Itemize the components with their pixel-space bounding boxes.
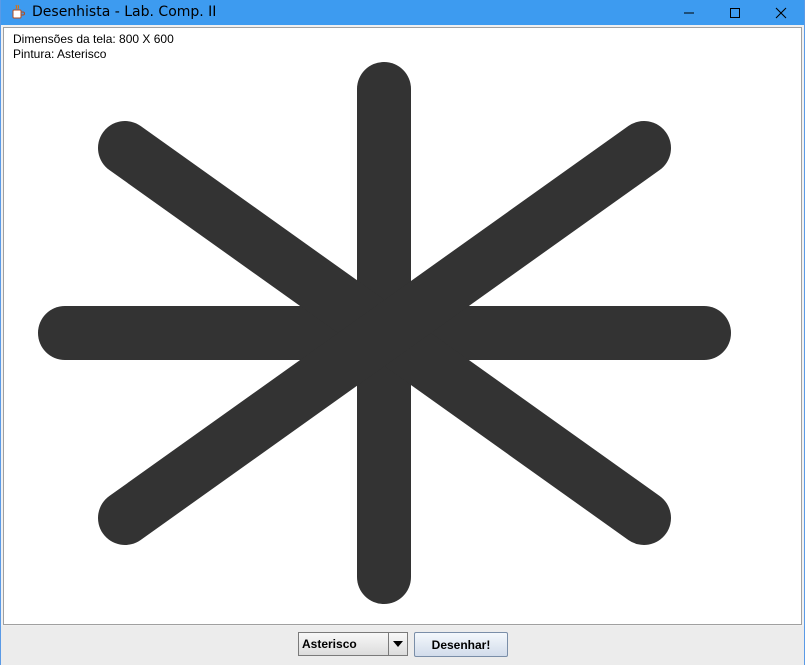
shape-select-value: Asterisco [302, 637, 357, 651]
maximize-button[interactable] [712, 0, 758, 25]
control-bar: Asterisco Desenhar! [1, 626, 804, 665]
app-window: Desenhista - Lab. Comp. II Dimensões da … [0, 0, 805, 665]
java-coffee-icon [12, 4, 25, 19]
asterisk-drawing [38, 62, 731, 604]
shape-select[interactable]: Asterisco [298, 632, 408, 656]
dropdown-arrow[interactable] [388, 633, 407, 655]
minimize-button[interactable] [666, 0, 712, 25]
title-bar[interactable]: Desenhista - Lab. Comp. II [1, 0, 804, 25]
draw-button[interactable]: Desenhar! [414, 632, 508, 657]
chevron-down-icon [393, 641, 403, 647]
close-icon [775, 7, 787, 18]
window-title: Desenhista - Lab. Comp. II [32, 4, 217, 20]
minimize-icon [684, 12, 694, 13]
drawing-canvas: Dimensões da tela: 800 X 600 Pintura: As… [3, 27, 802, 625]
close-button[interactable] [758, 0, 804, 25]
maximize-icon [730, 7, 740, 18]
